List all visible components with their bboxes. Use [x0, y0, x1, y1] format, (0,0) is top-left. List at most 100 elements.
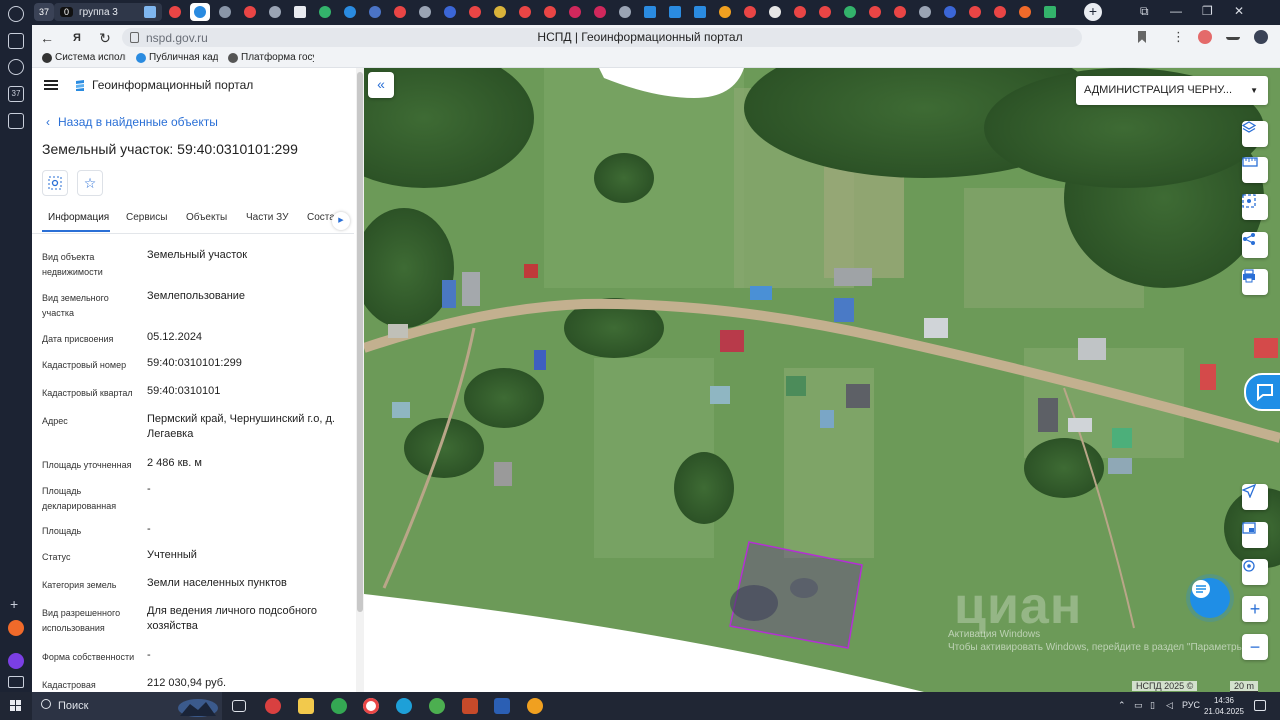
admin-select[interactable]: АДМИНИСТРАЦИЯ ЧЕРНУ... ▼	[1076, 76, 1268, 105]
tab[interactable]	[290, 3, 310, 21]
yandex-browser-icon[interactable]	[363, 698, 379, 714]
tab[interactable]	[1040, 3, 1060, 21]
bookmark-item[interactable]: Платформа госуд	[228, 52, 314, 63]
panel-toggle-icon[interactable]	[8, 676, 24, 688]
add-panel-icon[interactable]: +	[10, 596, 18, 612]
network-icon[interactable]: ▭	[1134, 700, 1143, 711]
zoom-out-icon[interactable]: −	[1242, 634, 1268, 660]
support-chat-button[interactable]	[1190, 578, 1230, 618]
reload-icon[interactable]: ↻	[96, 29, 114, 47]
tab[interactable]	[140, 3, 160, 21]
tab[interactable]	[240, 3, 260, 21]
notes-icon[interactable]	[8, 33, 24, 49]
menu-burger-icon[interactable]	[44, 80, 58, 90]
tab[interactable]	[165, 3, 185, 21]
tab[interactable]	[415, 3, 435, 21]
tab-composition[interactable]: Соста	[307, 212, 335, 223]
yandex-icon[interactable]: Я	[68, 29, 86, 47]
tab[interactable]	[515, 3, 535, 21]
app-icon[interactable]	[527, 698, 543, 714]
downloads-icon[interactable]	[1226, 30, 1240, 40]
tray-chevron-icon[interactable]: ⌃	[1118, 700, 1126, 711]
chrome-icon[interactable]	[331, 698, 347, 714]
tab[interactable]	[640, 3, 660, 21]
tab[interactable]	[565, 3, 585, 21]
panel-scrollbar[interactable]	[356, 68, 364, 692]
tab[interactable]	[465, 3, 485, 21]
notifications-icon[interactable]	[1254, 700, 1266, 711]
tab[interactable]	[690, 3, 710, 21]
tab[interactable]	[715, 3, 735, 21]
tab-parts[interactable]: Части ЗУ	[246, 212, 288, 223]
calendar-icon[interactable]: 37	[8, 86, 24, 102]
map-view[interactable]: циан Активация Windows Чтобы активироват…	[364, 68, 1280, 692]
tab[interactable]	[215, 3, 235, 21]
play-icon[interactable]	[8, 59, 24, 75]
alice-icon[interactable]	[8, 653, 24, 669]
camera-icon[interactable]	[8, 113, 24, 129]
tab[interactable]	[940, 3, 960, 21]
back-icon[interactable]: ←	[38, 29, 56, 47]
picture-in-picture-icon[interactable]	[1242, 522, 1268, 548]
share-icon[interactable]	[1242, 232, 1268, 258]
tab[interactable]	[965, 3, 985, 21]
url-bar[interactable]: nspd.gov.ru	[122, 28, 1082, 47]
tab[interactable]	[665, 3, 685, 21]
tab[interactable]	[590, 3, 610, 21]
word-icon[interactable]	[494, 698, 510, 714]
taskbar-search[interactable]: Поиск	[32, 692, 222, 720]
app-icon[interactable]	[462, 698, 478, 714]
tab-objects[interactable]: Объекты	[186, 212, 227, 223]
tab-info[interactable]: Информация	[48, 212, 109, 223]
app-icon[interactable]	[429, 698, 445, 714]
select-area-icon[interactable]	[1242, 194, 1268, 220]
tab[interactable]	[840, 3, 860, 21]
collapse-panel-button[interactable]: «	[368, 72, 394, 98]
task-view-icon[interactable]	[232, 700, 246, 712]
bookmark-item[interactable]: Публичная када	[136, 52, 218, 63]
edge-icon[interactable]	[396, 698, 412, 714]
gps-icon[interactable]	[1242, 559, 1268, 585]
satellite-map[interactable]	[364, 68, 1280, 692]
tab[interactable]	[890, 3, 910, 21]
tabs-scroll-right-icon[interactable]: ▶	[332, 212, 350, 230]
tab[interactable]	[540, 3, 560, 21]
restore-icon[interactable]: ❐	[1202, 4, 1213, 18]
ruler-icon[interactable]	[1242, 157, 1268, 183]
tab[interactable]	[490, 3, 510, 21]
close-icon[interactable]: ✕	[1234, 4, 1244, 18]
tab[interactable]	[340, 3, 360, 21]
tab[interactable]	[765, 3, 785, 21]
locate-on-map-button[interactable]	[42, 170, 68, 196]
layers-icon[interactable]	[1242, 121, 1268, 147]
tab[interactable]	[815, 3, 835, 21]
bookmark-item[interactable]: Система исполне	[42, 52, 126, 63]
tab[interactable]	[265, 3, 285, 21]
tab[interactable]	[740, 3, 760, 21]
tab[interactable]	[865, 3, 885, 21]
language-indicator[interactable]: РУС	[1182, 700, 1200, 710]
scrollbar-thumb[interactable]	[357, 72, 363, 612]
tab[interactable]	[790, 3, 810, 21]
tab[interactable]	[615, 3, 635, 21]
tabs-overview-icon[interactable]: ⧉	[1140, 4, 1149, 19]
volume-icon[interactable]: ◁	[1166, 700, 1173, 711]
app-icon[interactable]	[265, 698, 281, 714]
tab[interactable]	[365, 3, 385, 21]
tab[interactable]	[390, 3, 410, 21]
clock[interactable]: 14:36 21.04.2025	[1200, 695, 1248, 717]
extension-icon[interactable]	[1198, 30, 1212, 44]
tab[interactable]	[315, 3, 335, 21]
more-icon[interactable]: ⋮	[1172, 29, 1185, 45]
tab-active[interactable]	[190, 3, 210, 21]
tab-counter[interactable]: 37	[34, 3, 54, 21]
zoom-in-icon[interactable]: +	[1242, 596, 1268, 622]
tab[interactable]	[915, 3, 935, 21]
battery-icon[interactable]: ▯	[1150, 700, 1155, 711]
locate-icon[interactable]	[1242, 484, 1268, 510]
side-drawer-tab[interactable]	[1244, 373, 1280, 411]
print-icon[interactable]	[1242, 269, 1268, 295]
file-explorer-icon[interactable]	[298, 698, 314, 714]
history-icon[interactable]	[8, 6, 24, 22]
profile-icon[interactable]	[1254, 30, 1268, 44]
